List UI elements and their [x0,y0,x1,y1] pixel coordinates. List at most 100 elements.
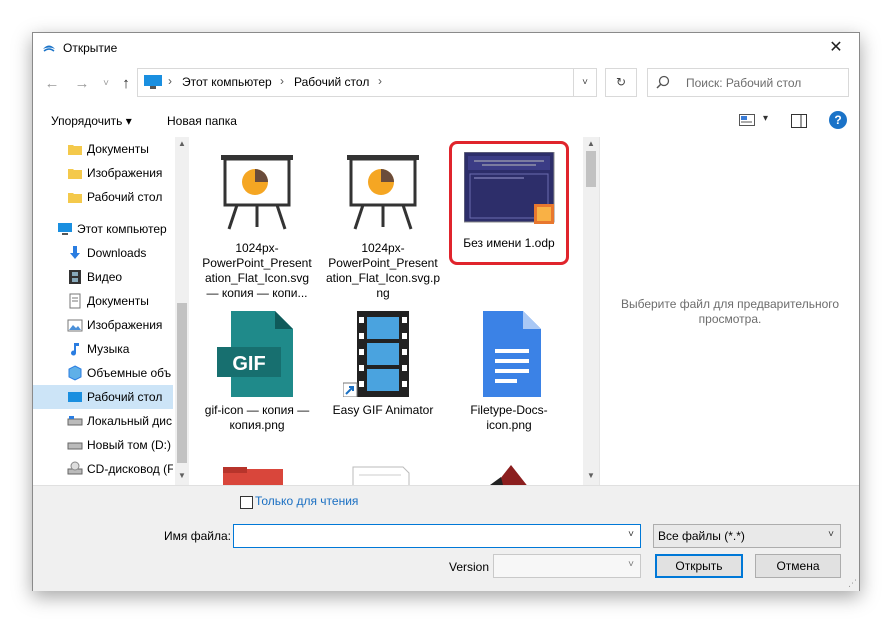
breadcrumb-separator: › [280,74,284,88]
version-select[interactable]: ˅ [493,554,641,578]
help-button[interactable]: ? [829,111,847,129]
chevron-down-icon: ˅ [582,77,588,88]
document-icon [69,293,81,309]
breadcrumb-desktop[interactable]: Рабочий стол [294,75,369,89]
sidebar-scroll-thumb[interactable] [177,303,187,463]
close-icon: ✕ [829,39,843,56]
sidebar-item-new-volume-d[interactable]: Новый том (D:) [33,433,173,457]
sidebar-item-label: Изображения [87,166,163,180]
sidebar-item-this-pc[interactable]: Этот компьютер [33,217,173,241]
scroll-up-icon[interactable]: ▲ [586,139,596,151]
back-arrow-icon: ← [44,75,60,92]
resize-grip-icon[interactable]: ⋰ [848,578,857,589]
chevron-down-icon: ˅ [828,529,834,540]
file-item[interactable]: GIF gif-icon — копия — копия.png [199,303,315,463]
sidebar-item-desktop[interactable]: Рабочий стол [33,385,173,409]
sidebar-item-label: Этот компьютер [77,222,167,236]
film-strip-shortcut-icon [343,311,409,397]
sidebar-scrollbar[interactable]: ▲ ▼ [175,137,189,485]
file-item[interactable]: 1024px-PowerPoint_Presentation_Flat_Icon… [199,141,315,301]
open-button[interactable]: Открыть [655,554,743,578]
sidebar-item-desktop-quick[interactable]: Рабочий стол [33,185,173,209]
breadcrumb-this-pc[interactable]: Этот компьютер [182,75,272,89]
scroll-up-icon[interactable]: ▲ [177,139,187,151]
odp-slide-thumbnail [464,152,555,224]
computer-icon [144,75,162,89]
version-label: Version [449,560,490,574]
breadcrumb-separator: › [168,74,172,88]
sidebar-item-label: Документы [87,294,149,308]
cancel-button[interactable]: Отмена [755,554,841,578]
scroll-down-icon[interactable]: ▼ [177,471,187,483]
file-item[interactable]: Filetype-Docs-icon.png [451,303,567,463]
sidebar-item-local-disk[interactable]: Локальный дис [33,409,173,433]
sidebar-item-music[interactable]: Музыка [33,337,173,361]
organize-button[interactable]: Упорядочить ▾ [51,114,132,128]
sidebar-item-downloads[interactable]: Downloads [33,241,173,265]
desktop-icon [68,392,82,402]
sidebar-item-label: Локальный дис [87,414,172,428]
title-bar: Открытие ✕ [33,33,859,63]
sidebar-item-videos[interactable]: Видео [33,265,173,289]
search-box[interactable]: Поиск: Рабочий стол [647,68,849,97]
file-name: 1024px-PowerPoint_Presentation_Flat_Icon… [202,241,312,300]
sidebar-item-label: Музыка [87,342,130,356]
sidebar-item-3d-objects[interactable]: Объемные объ [33,361,173,385]
sidebar-item-label: Новый том (D:) [87,438,171,452]
file-name: Filetype-Docs-icon.png [470,403,548,432]
file-type-select[interactable]: Все файлы (*.*) ˅ [653,524,841,548]
partial-folder-thumbnail [223,467,283,485]
navigation-bar: ← → ˅ ↑ › Этот компьютер › Рабочий стол … [33,65,859,101]
file-name: 1024px-PowerPoint_Presentation_Flat_Icon… [325,241,441,300]
libreoffice-app-icon [43,45,55,52]
scroll-down-icon[interactable]: ▼ [586,471,596,483]
close-button[interactable]: ✕ [813,33,859,63]
sidebar-item-label: Видео [87,270,123,284]
google-docs-icon [483,311,541,397]
presentation-easel-icon [221,155,293,230]
forward-button[interactable]: → [71,74,93,94]
file-item[interactable]: Easy GIF Animator [325,303,441,463]
recent-locations-button[interactable]: ˅ [95,74,117,94]
address-bar[interactable]: › Этот компьютер › Рабочий стол › ˅ [137,68,597,97]
sidebar-item-pictures-quick[interactable]: Изображения [33,161,173,185]
sidebar-item-documents[interactable]: Документы [33,289,173,313]
readonly-label[interactable]: Только для чтения [255,494,358,508]
open-button-label: Открыть [675,559,723,573]
address-dropdown-button[interactable]: ˅ [573,69,596,96]
new-folder-button[interactable]: Новая папка [167,114,237,128]
search-icon [656,75,670,89]
back-button[interactable]: ← [41,74,63,94]
preview-pane-icon[interactable] [791,114,807,128]
drive-icon [67,416,83,426]
gif-file-icon: GIF [217,311,293,397]
sidebar-item-documents-quick[interactable]: Документы [33,137,173,161]
view-options-icon[interactable] [739,114,755,126]
folder-icon [68,169,82,179]
up-button[interactable]: ↑ [115,74,137,94]
checkbox-box[interactable] [240,496,253,509]
breadcrumb-separator: › [378,74,382,88]
sidebar-item-label: Рабочий стол [87,390,163,404]
refresh-button[interactable]: ↻ [605,68,637,97]
sidebar-item-label: Изображения [87,318,163,332]
file-list-scrollbar[interactable]: ▲ ▼ [583,137,599,485]
sidebar-item-cd-drive[interactable]: CD-дисковод (F [33,457,173,481]
cd-drive-icon [67,461,83,475]
sidebar-item-pictures[interactable]: Изображения [33,313,173,337]
folder-icon [68,145,82,155]
picture-icon [67,319,83,332]
file-item-highlighted[interactable]: Без имени 1.odp [449,141,569,265]
sidebar-item-label: Downloads [87,246,147,260]
filename-input[interactable]: ˅ [233,524,641,548]
drive-icon [67,442,83,450]
help-icon: ? [834,113,842,127]
up-arrow-icon: ↑ [122,75,130,92]
view-options-dropdown[interactable]: ▾ [763,113,768,124]
chevron-down-icon: ˅ [628,559,634,570]
preview-placeholder-text: Выберите файл для предварительного просм… [620,297,840,326]
film-icon [69,270,81,284]
file-item[interactable]: 1024px-PowerPoint_Presentation_Flat_Icon… [325,141,441,301]
file-list-scroll-thumb[interactable] [586,151,596,187]
chevron-down-icon[interactable]: ˅ [628,529,634,540]
